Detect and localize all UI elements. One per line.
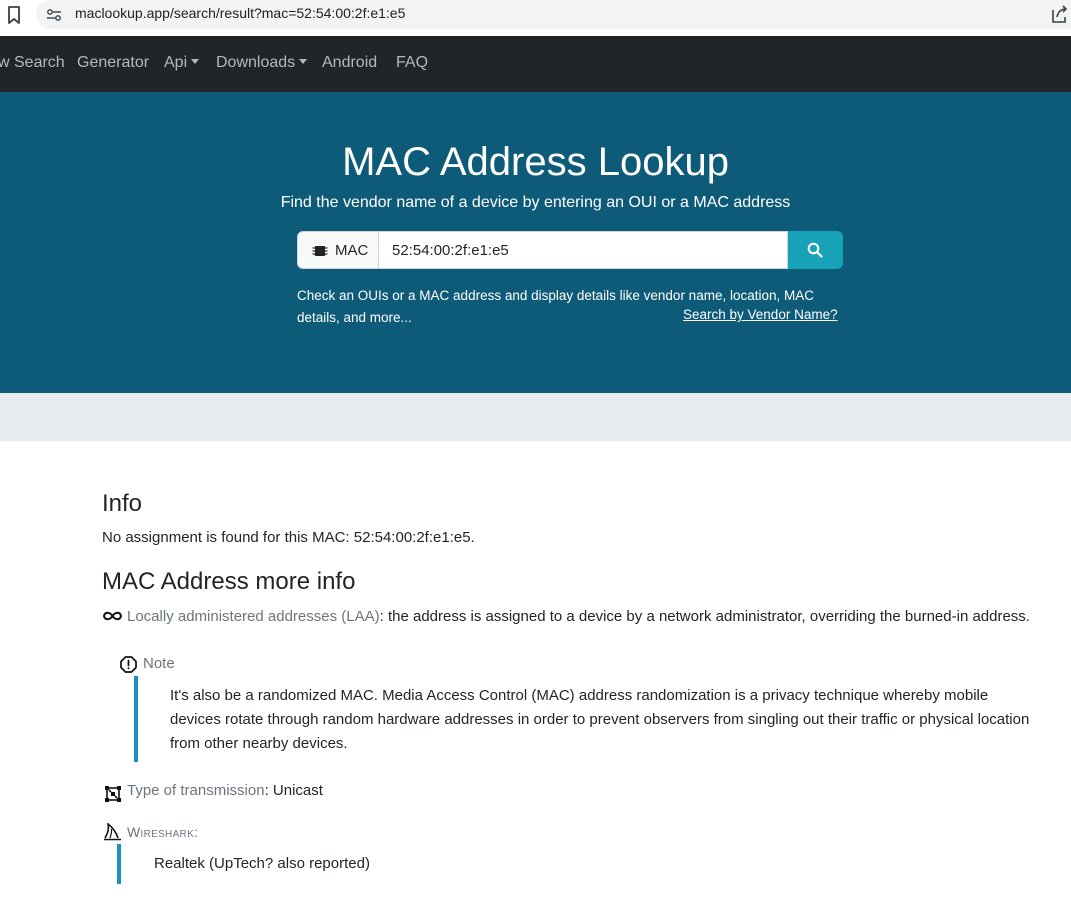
section-divider-band	[0, 393, 1071, 441]
mac-search-group: MAC	[297, 231, 843, 269]
laa-description: Locally administered addresses (LAA): th…	[102, 605, 1032, 629]
mac-type-addon: MAC	[297, 231, 379, 269]
nav-api-dropdown[interactable]: Api	[164, 54, 200, 72]
mac-addon-label: MAC	[335, 242, 369, 259]
mac-search-input[interactable]	[379, 231, 788, 269]
nav-android[interactable]: Android	[322, 54, 377, 72]
wireshark-fin-icon	[104, 823, 121, 841]
info-heading: Info	[102, 490, 143, 517]
network-transmission-icon	[105, 786, 121, 802]
nav-generator[interactable]: Generator	[77, 54, 149, 72]
site-navbar: w Search Generator Api Downloads Android…	[0, 36, 1071, 92]
search-icon	[807, 242, 823, 258]
transmission-type: Type of transmission: Unicast	[127, 782, 323, 799]
url-text[interactable]: maclookup.app/search/result?mac=52:54:00…	[75, 5, 405, 21]
info-text: No assignment is found for this MAC: 52:…	[102, 529, 475, 546]
nav-downloads-dropdown[interactable]: Downloads	[216, 54, 308, 72]
more-info-heading: MAC Address more info	[102, 568, 356, 595]
note-text: It's also be a randomized MAC. Media Acc…	[170, 687, 1030, 752]
warning-octagon-icon	[120, 656, 137, 673]
wireshark-blockquote-bar	[117, 844, 121, 884]
site-settings-icon[interactable]	[46, 7, 62, 23]
note-label: Note	[143, 655, 175, 672]
nav-api-label: Api	[164, 54, 188, 71]
nav-faq[interactable]: FAQ	[396, 54, 428, 72]
hero-search-section: MAC Address Lookup Find the vendor name …	[0, 92, 1071, 393]
transmission-value: : Unicast	[264, 782, 323, 799]
search-by-vendor-link[interactable]: Search by Vendor Name?	[683, 307, 838, 322]
chevron-down-icon	[299, 59, 308, 64]
chip-icon	[312, 246, 328, 256]
page-title: MAC Address Lookup	[342, 140, 729, 184]
note-blockquote-bar	[134, 676, 138, 762]
share-icon[interactable]	[1050, 4, 1068, 24]
wireshark-vendor-text: Realtek (UpTech? also reported)	[154, 855, 370, 872]
laa-label: Locally administered addresses (LAA)	[127, 608, 380, 625]
bookmark-icon[interactable]	[7, 6, 21, 24]
search-button[interactable]	[788, 231, 843, 269]
chevron-down-icon	[191, 59, 200, 64]
nav-new-search[interactable]: w Search	[0, 54, 65, 72]
laa-text: : the address is assigned to a device by…	[379, 608, 1030, 625]
page-subtitle: Find the vendor name of a device by ente…	[280, 194, 791, 211]
transmission-label: Type of transmission	[127, 782, 265, 799]
wireshark-label: Wireshark:	[127, 824, 199, 840]
nav-downloads-label: Downloads	[216, 54, 296, 71]
browser-toolbar: maclookup.app/search/result?mac=52:54:00…	[0, 0, 1071, 32]
